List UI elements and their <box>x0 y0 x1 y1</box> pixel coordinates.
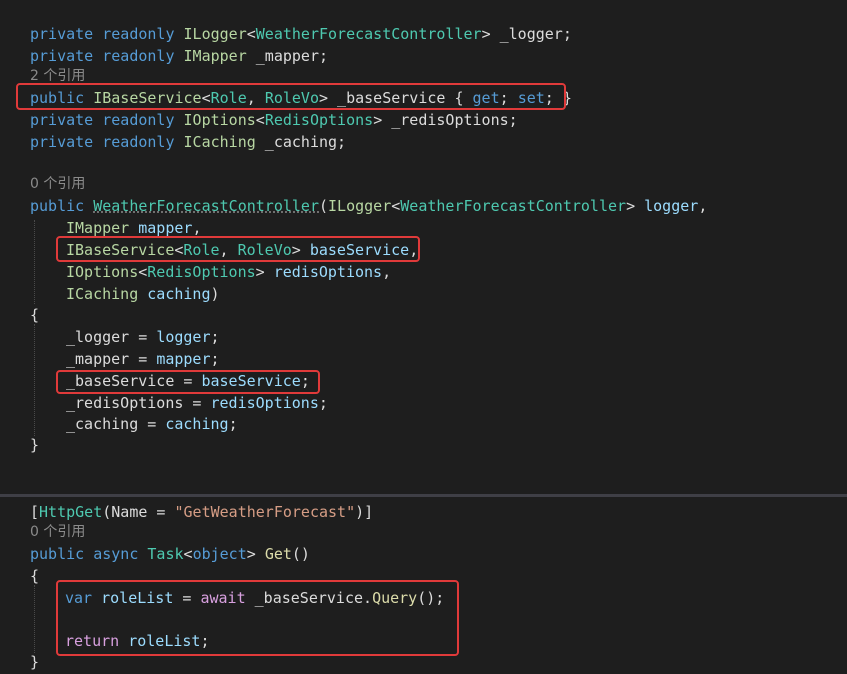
open-brace: { <box>30 306 40 324</box>
indent-guide <box>34 220 35 304</box>
constructor-signature-line: public WeatherForecastController(ILogger… <box>30 197 708 215</box>
param-redisoptions-line: IOptions<RedisOptions> redisOptions, <box>66 263 392 281</box>
assign-caching-line: _caching = caching; <box>66 415 238 433</box>
attribute-line: [HttpGet(Name = "GetWeatherForecast")] <box>30 503 374 521</box>
reference-count-codelens[interactable]: 0 个引用 <box>30 174 85 194</box>
param-mapper-line: IMapper mapper, <box>66 219 202 237</box>
indent-guide <box>34 324 35 436</box>
field-logger-line: private readonly ILogger<WeatherForecast… <box>30 25 572 43</box>
close-brace: } <box>30 436 40 454</box>
highlight-box <box>16 83 566 110</box>
field-redisoptions-line: private readonly IOptions<RedisOptions> … <box>30 111 518 129</box>
field-mapper-line: private readonly IMapper _mapper; <box>30 47 329 65</box>
open-brace: { <box>30 567 40 585</box>
field-caching-line: private readonly ICaching _caching; <box>30 133 347 151</box>
assign-redisoptions-line: _redisOptions = redisOptions; <box>66 394 328 412</box>
param-caching-line: ICaching caching) <box>66 285 220 303</box>
highlight-box <box>56 236 420 262</box>
reference-count-codelens[interactable]: 0 个引用 <box>30 522 85 542</box>
assign-mapper-line: _mapper = mapper; <box>66 350 220 368</box>
code-editor-bottom[interactable]: [HttpGet(Name = "GetWeatherForecast")] 0… <box>0 497 847 674</box>
indent-guide <box>34 585 35 653</box>
highlight-box <box>56 580 459 656</box>
method-signature-line: public async Task<object> Get() <box>30 545 310 563</box>
code-editor-top[interactable]: private readonly ILogger<WeatherForecast… <box>0 0 847 478</box>
close-brace: } <box>30 653 40 671</box>
assign-logger-line: _logger = logger; <box>66 328 220 346</box>
highlight-box <box>56 370 320 394</box>
